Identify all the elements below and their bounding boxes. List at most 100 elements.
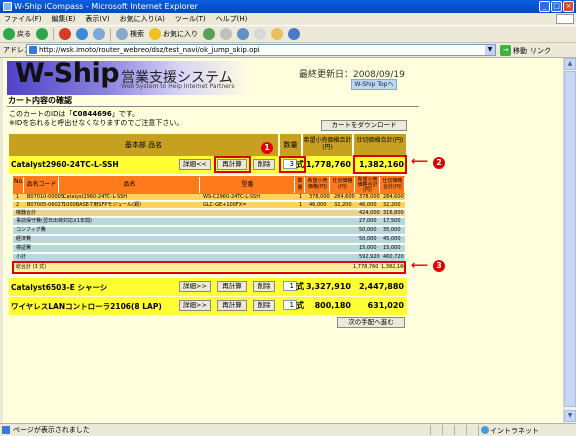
- item-no: 1: [16, 194, 20, 200]
- scroll-up-icon[interactable]: ▲: [564, 58, 576, 70]
- marker-2: 2: [433, 157, 445, 169]
- window-title: W-Ship iCompass - Microsoft Internet Exp…: [14, 2, 198, 11]
- next-step-button[interactable]: 次の手配へ進む: [337, 317, 405, 328]
- search-label: 検索: [130, 30, 144, 38]
- minimize-button[interactable]: _: [539, 1, 550, 12]
- detail-toggle-button[interactable]: 詳細>>: [179, 300, 211, 311]
- item-list: 46,000: [309, 202, 327, 208]
- favorites-button[interactable]: お気に入り: [149, 28, 198, 40]
- maximize-button[interactable]: □: [551, 1, 562, 12]
- mail-button[interactable]: [220, 28, 232, 40]
- wship-top-link[interactable]: W-Ship Topへ: [351, 79, 397, 90]
- quantity-input[interactable]: 1: [283, 281, 297, 291]
- cost-price-total: 2,447,880: [358, 282, 404, 291]
- detail-toggle-button[interactable]: 詳細<<: [179, 159, 211, 170]
- fee-label: 検証費: [16, 245, 32, 251]
- fee-list: 50,000: [359, 227, 377, 233]
- menu-edit[interactable]: 編集(E): [52, 14, 76, 24]
- back-label: 戻る: [17, 30, 31, 38]
- detail-col-no: No.: [14, 177, 24, 193]
- brand-subtitle-en: Web System to Help Internet Partners: [121, 83, 235, 90]
- menu-tools[interactable]: ツール(T): [175, 14, 206, 24]
- stop-button[interactable]: [59, 28, 71, 40]
- detail-subtotal-row: 機器合計 424,000 316,800: [13, 210, 405, 217]
- item-name: 1000BASE-T用SFPモジュール(銅): [63, 202, 141, 208]
- list-price-total: 1,778,760: [305, 160, 351, 169]
- history-button[interactable]: [203, 28, 215, 40]
- item-cost: 284,600: [334, 194, 355, 200]
- links-button[interactable]: リンク: [530, 46, 551, 56]
- delete-button[interactable]: 削除: [253, 159, 275, 170]
- intranet-icon: [481, 426, 489, 434]
- detail-item-row: 1 B07010-00005 Catalyst2960-24TC-L-SSH W…: [13, 194, 405, 201]
- item-qty: 1: [299, 194, 303, 200]
- detail-col-name: 品名: [60, 177, 200, 193]
- scroll-down-icon[interactable]: ▼: [564, 410, 576, 422]
- menu-help[interactable]: ヘルプ(H): [216, 14, 248, 24]
- messenger-button[interactable]: [288, 28, 300, 40]
- detail-col-cost-total: 仕切価格合計(円): [381, 177, 405, 193]
- fee-list: 50,000: [359, 236, 377, 242]
- cart-id-warning: ※IDを忘れると呼出せなくなりますのでご注意下さい。: [9, 119, 184, 127]
- item-cost-total: 284,600: [383, 194, 404, 200]
- go-button[interactable]: → 移動: [500, 45, 527, 56]
- scroll-thumb[interactable]: [564, 71, 576, 407]
- quantity-highlight: [279, 156, 306, 173]
- recalc-button[interactable]: 再計算: [217, 281, 247, 292]
- print-button[interactable]: [237, 28, 249, 40]
- quantity-input[interactable]: 1: [283, 300, 297, 310]
- item-code: B07005-06027: [27, 202, 65, 208]
- list-price-total: 800,180: [314, 301, 351, 310]
- back-button[interactable]: 戻る: [3, 28, 31, 40]
- detail-fee-row: 検証費 15,000 15,000: [13, 245, 405, 253]
- fee-cost: 17,500: [383, 218, 401, 224]
- product-name-header: 基本部 品名: [9, 134, 279, 156]
- fee-label: 事前保守費(翌日出荷対応)(1年間): [16, 218, 92, 224]
- page-content: W-Ship 営業支援システム Web System to Help Inter…: [3, 58, 563, 423]
- folder-button[interactable]: [271, 28, 283, 40]
- detail-toggle-button[interactable]: 詳細>>: [179, 281, 211, 292]
- fee-list: 592,920: [359, 254, 380, 260]
- item-cost-total: 32,200: [383, 202, 401, 208]
- address-dropdown-icon[interactable]: ▼: [485, 45, 495, 55]
- item-model: WS-C2960-24TC-L-SSH: [203, 194, 260, 200]
- close-button[interactable]: ×: [563, 1, 574, 12]
- detail-fee-row: 事前保守費(翌日出荷対応)(1年間) 27,000 17,500: [13, 218, 405, 226]
- delete-button[interactable]: 削除: [253, 281, 275, 292]
- marker-arrow-icon: ⟵: [411, 154, 429, 168]
- home-button[interactable]: [93, 28, 105, 40]
- fee-cost: 460,720: [383, 254, 404, 260]
- item-cost: 32,200: [334, 202, 352, 208]
- list-price-total: 3,327,910: [305, 282, 351, 291]
- forward-button[interactable]: [36, 28, 48, 40]
- product-name: Catalyst2960-24TC-L-SSH: [11, 160, 119, 169]
- total-highlight: [12, 261, 406, 274]
- vertical-scrollbar[interactable]: ▲ ▼: [563, 58, 576, 423]
- menu-favorites[interactable]: お気に入り(A): [120, 14, 165, 24]
- cost-highlight: [353, 155, 407, 174]
- quantity-header: 数量: [280, 134, 302, 156]
- fee-list: 15,000: [359, 245, 377, 251]
- menu-view[interactable]: 表示(V): [85, 14, 109, 24]
- address-input[interactable]: http://wsk.imoto/router_webreo/dsz/test_…: [26, 44, 496, 56]
- refresh-button[interactable]: [76, 28, 88, 40]
- address-url: http://wsk.imoto/router_webreo/dsz/test_…: [39, 46, 260, 54]
- search-button[interactable]: 検索: [116, 28, 144, 40]
- cart-id-suffix: 」です。: [111, 110, 140, 118]
- go-label: 移動: [513, 46, 527, 55]
- item-name: Catalyst2960-24TC-L-SSH: [63, 194, 128, 200]
- recalc-button[interactable]: 再計算: [217, 300, 247, 311]
- item-list-total: 378,000: [359, 194, 380, 200]
- fee-label: 経済費: [16, 236, 32, 242]
- window-titlebar: W-Ship iCompass - Microsoft Internet Exp…: [0, 0, 576, 13]
- menu-file[interactable]: ファイル(F): [4, 14, 42, 24]
- favorites-star-icon: [149, 28, 161, 40]
- edit-button[interactable]: [254, 28, 266, 40]
- detail-col-code: 品名コード: [25, 177, 59, 193]
- status-text: ページが表示されました: [13, 426, 90, 434]
- security-zone: イントラネット: [478, 425, 539, 436]
- cart-id-prefix: このカートのIDは「: [9, 110, 73, 118]
- download-cart-button[interactable]: カートをダウンロード: [321, 120, 407, 131]
- delete-button[interactable]: 削除: [253, 300, 275, 311]
- detail-col-list-total: 希望小売価格合計(円): [356, 177, 380, 193]
